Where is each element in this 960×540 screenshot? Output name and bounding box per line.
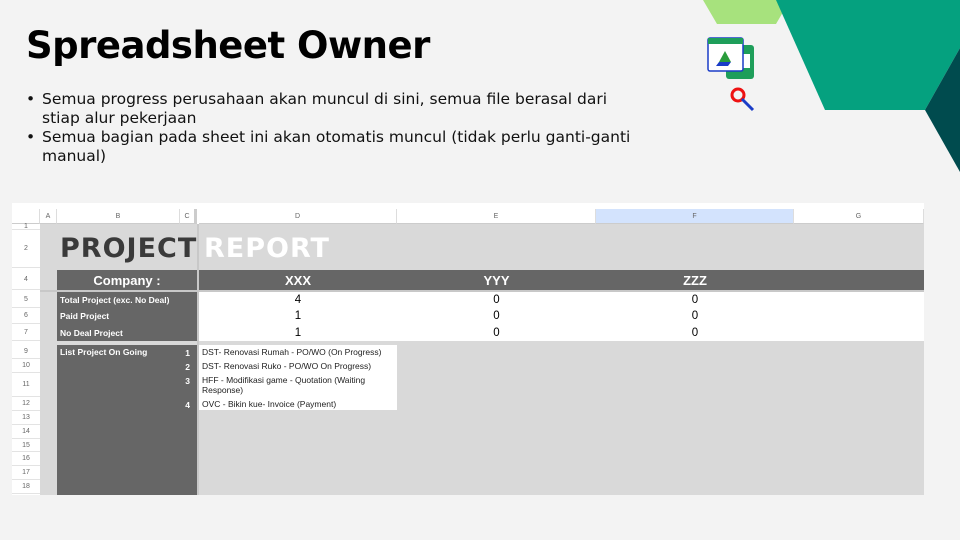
row-header[interactable]: 4 [12, 270, 40, 290]
list-index: 1 [185, 348, 190, 358]
row-header[interactable]: 14 [12, 425, 40, 439]
drive-sheets-search-icon [706, 37, 786, 117]
column-header-b[interactable]: B [57, 209, 180, 224]
metric-cell[interactable]: 4 [199, 292, 397, 308]
metric-label-total[interactable]: Total Project (exc. No Deal) [57, 292, 197, 308]
bullet-item: Semua bagian pada sheet ini akan otomati… [26, 128, 646, 166]
row-header[interactable]: 11 [12, 373, 40, 397]
company-label-cell[interactable]: Company : [57, 270, 197, 290]
row-header[interactable]: 12 [12, 397, 40, 411]
metric-cell[interactable]: 0 [397, 324, 596, 341]
list-label-block [57, 345, 197, 495]
metric-cell[interactable]: 1 [199, 308, 397, 324]
row-header[interactable]: 9 [12, 345, 40, 359]
metric-label-paid[interactable]: Paid Project [57, 308, 197, 324]
metric-cell[interactable]: 1 [199, 324, 397, 341]
column-header-a[interactable]: A [40, 209, 57, 224]
row-header[interactable]: 10 [12, 359, 40, 373]
report-title-report: REPORT [204, 233, 330, 264]
metric-cell[interactable]: 0 [596, 324, 794, 341]
row-header[interactable]: 18 [12, 480, 40, 494]
column-header-d[interactable]: D [199, 209, 397, 224]
list-item[interactable]: HFF - Modifikasi game - Quotation (Waiti… [199, 373, 397, 397]
slide-title: Spreadsheet Owner [26, 24, 430, 67]
row-header[interactable]: 2 [12, 230, 40, 268]
column-header-c[interactable]: C [180, 209, 197, 224]
company-zzz-cell[interactable]: ZZZ [596, 270, 794, 290]
bullet-list: Semua progress perusahaan akan muncul di… [26, 90, 646, 166]
list-item[interactable]: DST- Renovasi Ruko - PO/WO On Progress) [199, 359, 397, 373]
row-header[interactable]: 6 [12, 308, 40, 324]
row-header[interactable]: 15 [12, 439, 40, 452]
company-yyy-cell[interactable]: YYY [397, 270, 596, 290]
column-header-e[interactable]: E [397, 209, 596, 224]
metric-label-nodeal[interactable]: No Deal Project [57, 324, 197, 341]
report-title-project: PROJECT [60, 233, 198, 264]
teal-shape [776, 0, 960, 110]
list-index: 2 [185, 362, 190, 372]
column-header-f[interactable]: F [596, 209, 794, 224]
row-header[interactable]: 16 [12, 452, 40, 466]
list-project-label[interactable]: List Project On Going [57, 345, 180, 359]
company-xxx-cell[interactable]: XXX [199, 270, 397, 290]
list-item[interactable]: DST- Renovasi Rumah - PO/WO (On Progress… [199, 345, 397, 359]
column-header-g[interactable]: G [794, 209, 924, 224]
list-index: 4 [185, 400, 190, 410]
metric-cell[interactable]: 0 [397, 292, 596, 308]
list-item[interactable]: OVC - Bikin kue- Invoice (Payment) [199, 397, 397, 411]
metric-cell[interactable]: 0 [397, 308, 596, 324]
list-index: 3 [185, 376, 190, 386]
bullet-item: Semua progress perusahaan akan muncul di… [26, 90, 646, 128]
row-header[interactable]: 17 [12, 466, 40, 480]
spreadsheet-screenshot: A B C D E F G 1 2 4 5 6 7 9 10 11 12 13 … [12, 203, 924, 495]
metric-cell[interactable]: 0 [596, 292, 794, 308]
corner-cell[interactable] [12, 209, 40, 224]
row-header[interactable]: 7 [12, 324, 40, 341]
row-header[interactable]: 13 [12, 411, 40, 425]
row-header[interactable]: 5 [12, 292, 40, 308]
metric-cell[interactable]: 0 [596, 308, 794, 324]
light-green-shape [703, 0, 790, 24]
